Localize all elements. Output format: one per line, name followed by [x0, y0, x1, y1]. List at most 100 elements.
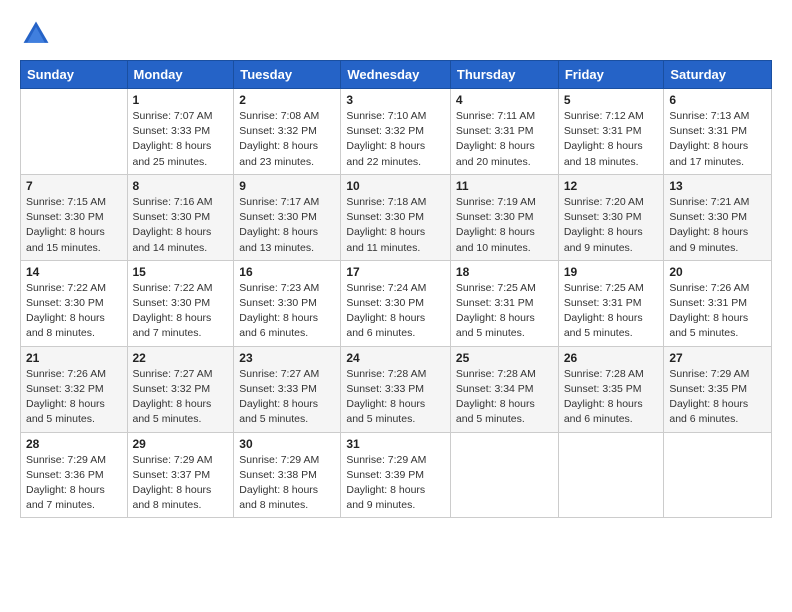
calendar-cell: 15 Sunrise: 7:22 AM Sunset: 3:30 PM Dayli… [127, 260, 234, 346]
calendar-cell [558, 432, 664, 518]
day-number: 1 [133, 93, 229, 107]
day-number: 5 [564, 93, 659, 107]
calendar-header-row: SundayMondayTuesdayWednesdayThursdayFrid… [21, 61, 772, 89]
day-number: 30 [239, 437, 335, 451]
calendar-cell: 13 Sunrise: 7:21 AM Sunset: 3:30 PM Dayli… [664, 174, 772, 260]
day-number: 28 [26, 437, 122, 451]
day-info: Sunrise: 7:19 AM Sunset: 3:30 PM Dayligh… [456, 195, 553, 256]
day-number: 9 [239, 179, 335, 193]
day-info: Sunrise: 7:12 AM Sunset: 3:31 PM Dayligh… [564, 109, 659, 170]
day-number: 2 [239, 93, 335, 107]
calendar-cell: 30 Sunrise: 7:29 AM Sunset: 3:38 PM Dayli… [234, 432, 341, 518]
calendar-cell: 8 Sunrise: 7:16 AM Sunset: 3:30 PM Daylig… [127, 174, 234, 260]
day-number: 8 [133, 179, 229, 193]
day-info: Sunrise: 7:22 AM Sunset: 3:30 PM Dayligh… [26, 281, 122, 342]
day-info: Sunrise: 7:23 AM Sunset: 3:30 PM Dayligh… [239, 281, 335, 342]
day-number: 10 [346, 179, 445, 193]
day-info: Sunrise: 7:27 AM Sunset: 3:32 PM Dayligh… [133, 367, 229, 428]
header-day-monday: Monday [127, 61, 234, 89]
calendar-cell: 9Sunrise: 7:17 AM Sunset: 3:30 PM Daylig… [234, 174, 341, 260]
day-info: Sunrise: 7:29 AM Sunset: 3:39 PM Dayligh… [346, 453, 445, 514]
calendar-cell: 21 Sunrise: 7:26 AM Sunset: 3:32 PM Dayli… [21, 346, 128, 432]
header-day-tuesday: Tuesday [234, 61, 341, 89]
logo [20, 18, 56, 50]
day-number: 14 [26, 265, 122, 279]
day-info: Sunrise: 7:25 AM Sunset: 3:31 PM Dayligh… [456, 281, 553, 342]
calendar-cell: 7Sunrise: 7:15 AM Sunset: 3:30 PM Daylig… [21, 174, 128, 260]
day-number: 25 [456, 351, 553, 365]
day-number: 24 [346, 351, 445, 365]
day-info: Sunrise: 7:27 AM Sunset: 3:33 PM Dayligh… [239, 367, 335, 428]
calendar-cell: 10 Sunrise: 7:18 AM Sunset: 3:30 PM Dayli… [341, 174, 451, 260]
calendar-week-row: 28 Sunrise: 7:29 AM Sunset: 3:36 PM Dayli… [21, 432, 772, 518]
calendar-cell: 25 Sunrise: 7:28 AM Sunset: 3:34 PM Dayli… [450, 346, 558, 432]
day-number: 21 [26, 351, 122, 365]
day-number: 19 [564, 265, 659, 279]
day-number: 12 [564, 179, 659, 193]
day-number: 20 [669, 265, 766, 279]
day-number: 4 [456, 93, 553, 107]
calendar-cell: 20 Sunrise: 7:26 AM Sunset: 3:31 PM Dayli… [664, 260, 772, 346]
day-number: 31 [346, 437, 445, 451]
calendar-cell [450, 432, 558, 518]
calendar-week-row: 21 Sunrise: 7:26 AM Sunset: 3:32 PM Dayli… [21, 346, 772, 432]
day-info: Sunrise: 7:24 AM Sunset: 3:30 PM Dayligh… [346, 281, 445, 342]
calendar-cell: 29Sunrise: 7:29 AM Sunset: 3:37 PM Dayli… [127, 432, 234, 518]
day-number: 27 [669, 351, 766, 365]
calendar-cell: 2 Sunrise: 7:08 AM Sunset: 3:32 PM Daylig… [234, 89, 341, 175]
calendar-cell: 28 Sunrise: 7:29 AM Sunset: 3:36 PM Dayli… [21, 432, 128, 518]
day-number: 26 [564, 351, 659, 365]
calendar-cell: 4 Sunrise: 7:11 AM Sunset: 3:31 PM Daylig… [450, 89, 558, 175]
day-info: Sunrise: 7:26 AM Sunset: 3:32 PM Dayligh… [26, 367, 122, 428]
header-day-sunday: Sunday [21, 61, 128, 89]
day-info: Sunrise: 7:29 AM Sunset: 3:36 PM Dayligh… [26, 453, 122, 514]
day-number: 13 [669, 179, 766, 193]
calendar-cell [21, 89, 128, 175]
day-number: 18 [456, 265, 553, 279]
header-day-wednesday: Wednesday [341, 61, 451, 89]
day-info: Sunrise: 7:18 AM Sunset: 3:30 PM Dayligh… [346, 195, 445, 256]
header-day-saturday: Saturday [664, 61, 772, 89]
calendar-week-row: 14 Sunrise: 7:22 AM Sunset: 3:30 PM Dayli… [21, 260, 772, 346]
calendar-cell: 5 Sunrise: 7:12 AM Sunset: 3:31 PM Daylig… [558, 89, 664, 175]
day-info: Sunrise: 7:21 AM Sunset: 3:30 PM Dayligh… [669, 195, 766, 256]
day-info: Sunrise: 7:13 AM Sunset: 3:31 PM Dayligh… [669, 109, 766, 170]
calendar-cell: 11 Sunrise: 7:19 AM Sunset: 3:30 PM Dayli… [450, 174, 558, 260]
calendar-week-row: 7Sunrise: 7:15 AM Sunset: 3:30 PM Daylig… [21, 174, 772, 260]
calendar-week-row: 1 Sunrise: 7:07 AM Sunset: 3:33 PM Daylig… [21, 89, 772, 175]
calendar-cell: 24Sunrise: 7:28 AM Sunset: 3:33 PM Dayli… [341, 346, 451, 432]
day-number: 7 [26, 179, 122, 193]
calendar-cell: 23 Sunrise: 7:27 AM Sunset: 3:33 PM Dayli… [234, 346, 341, 432]
calendar-cell: 17 Sunrise: 7:24 AM Sunset: 3:30 PM Dayli… [341, 260, 451, 346]
page: SundayMondayTuesdayWednesdayThursdayFrid… [0, 0, 792, 612]
day-info: Sunrise: 7:29 AM Sunset: 3:38 PM Dayligh… [239, 453, 335, 514]
day-number: 29 [133, 437, 229, 451]
header [20, 18, 772, 50]
day-info: Sunrise: 7:25 AM Sunset: 3:31 PM Dayligh… [564, 281, 659, 342]
day-number: 16 [239, 265, 335, 279]
calendar-cell: 12 Sunrise: 7:20 AM Sunset: 3:30 PM Dayli… [558, 174, 664, 260]
calendar-cell: 6Sunrise: 7:13 AM Sunset: 3:31 PM Daylig… [664, 89, 772, 175]
day-number: 11 [456, 179, 553, 193]
day-info: Sunrise: 7:28 AM Sunset: 3:35 PM Dayligh… [564, 367, 659, 428]
day-info: Sunrise: 7:07 AM Sunset: 3:33 PM Dayligh… [133, 109, 229, 170]
day-info: Sunrise: 7:28 AM Sunset: 3:34 PM Dayligh… [456, 367, 553, 428]
day-number: 17 [346, 265, 445, 279]
header-day-thursday: Thursday [450, 61, 558, 89]
day-info: Sunrise: 7:16 AM Sunset: 3:30 PM Dayligh… [133, 195, 229, 256]
calendar-cell: 16 Sunrise: 7:23 AM Sunset: 3:30 PM Dayli… [234, 260, 341, 346]
day-number: 15 [133, 265, 229, 279]
day-info: Sunrise: 7:11 AM Sunset: 3:31 PM Dayligh… [456, 109, 553, 170]
calendar-cell: 22Sunrise: 7:27 AM Sunset: 3:32 PM Dayli… [127, 346, 234, 432]
day-info: Sunrise: 7:26 AM Sunset: 3:31 PM Dayligh… [669, 281, 766, 342]
calendar-cell: 14 Sunrise: 7:22 AM Sunset: 3:30 PM Dayli… [21, 260, 128, 346]
calendar-cell: 27Sunrise: 7:29 AM Sunset: 3:35 PM Dayli… [664, 346, 772, 432]
day-number: 23 [239, 351, 335, 365]
calendar-cell: 18 Sunrise: 7:25 AM Sunset: 3:31 PM Dayli… [450, 260, 558, 346]
calendar-cell [664, 432, 772, 518]
calendar-cell: 26 Sunrise: 7:28 AM Sunset: 3:35 PM Dayli… [558, 346, 664, 432]
day-info: Sunrise: 7:20 AM Sunset: 3:30 PM Dayligh… [564, 195, 659, 256]
calendar-cell: 3Sunrise: 7:10 AM Sunset: 3:32 PM Daylig… [341, 89, 451, 175]
day-info: Sunrise: 7:08 AM Sunset: 3:32 PM Dayligh… [239, 109, 335, 170]
day-info: Sunrise: 7:22 AM Sunset: 3:30 PM Dayligh… [133, 281, 229, 342]
